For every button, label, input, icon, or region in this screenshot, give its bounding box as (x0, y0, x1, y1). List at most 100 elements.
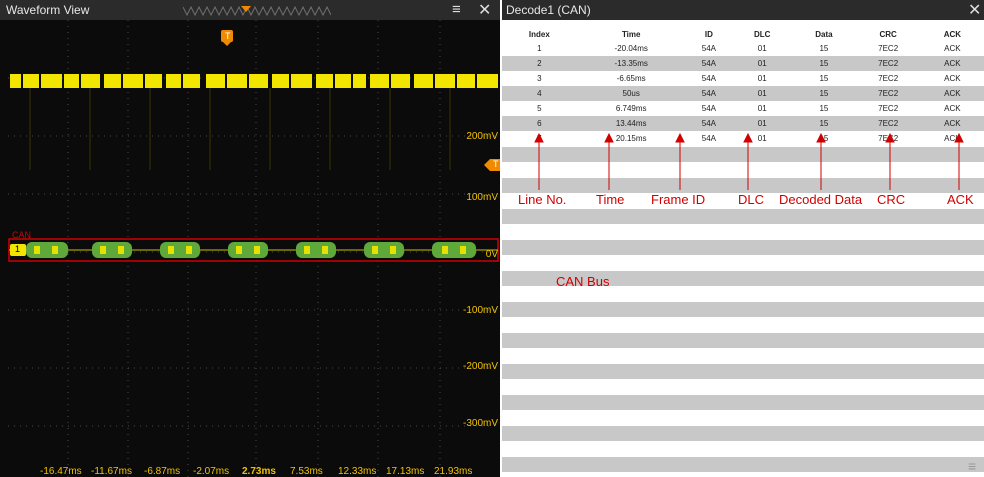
empty-row (502, 240, 984, 255)
time-tick: -6.87ms (144, 466, 181, 477)
column-header: Data (815, 29, 833, 39)
time-tick: 12.33ms (338, 466, 377, 477)
empty-row (502, 457, 984, 472)
channel-label: CAN (12, 230, 32, 240)
table-cell: 54A (685, 71, 733, 86)
column-header: CRC (879, 29, 897, 39)
table-cell: 6.749ms (576, 101, 686, 116)
time-ruler[interactable] (183, 6, 331, 16)
table-cell: 15 (792, 116, 856, 131)
empty-row (502, 209, 984, 224)
column-header: ACK (943, 29, 962, 39)
waveform-trace (10, 74, 498, 88)
table-cell: 6 (502, 116, 577, 131)
waveform-view-panel[interactable]: Waveform View ≡ ✕ T T 1 CAN 200mV 100mV … (0, 0, 500, 477)
volt-label: -300mV (462, 418, 498, 429)
decode-table[interactable]: Index Time ID DLC Data CRC ACK 1 -20.04ms… (502, 27, 984, 146)
column-header: ID (704, 29, 713, 39)
close-icon[interactable]: ✕ (478, 0, 491, 20)
table-row[interactable]: 3 -6.65ms 54A 01 15 7EC2 ACK (502, 71, 984, 86)
table-cell: 54A (685, 41, 733, 56)
table-cell: 7EC2 (855, 41, 921, 56)
annotation-dlc: DLC (738, 192, 765, 207)
empty-row (502, 364, 984, 379)
table-cell: -6.65ms (576, 71, 686, 86)
volt-label: 200mV (466, 131, 498, 142)
table-cell: 54A (685, 86, 733, 101)
table-cell: 7EC2 (855, 56, 921, 71)
volt-label: -100mV (462, 305, 498, 316)
table-cell: 4 (502, 86, 577, 101)
table-cell: 15 (792, 86, 856, 101)
decode-title-bar: Decode1 (CAN) ✕ (502, 0, 984, 20)
table-row[interactable]: 4 50us 54A 01 15 7EC2 ACK (502, 86, 984, 101)
table-cell: -13.35ms (576, 56, 686, 71)
table-cell: ACK (920, 41, 984, 56)
table-header-row: Index Time ID DLC Data CRC ACK (502, 27, 984, 41)
empty-row (502, 302, 984, 317)
waveform-title: Waveform View (6, 3, 90, 17)
annotation-crc: CRC (877, 192, 906, 207)
time-tick: -11.67ms (91, 466, 132, 477)
annotation-arrows (534, 132, 964, 190)
table-cell: ACK (920, 116, 984, 131)
table-cell: 15 (792, 56, 856, 71)
table-cell: 15 (792, 71, 856, 86)
menu-icon[interactable]: ≡ (452, 1, 461, 18)
table-row[interactable]: 2 -13.35ms 54A 01 15 7EC2 ACK (502, 56, 984, 71)
table-row[interactable]: 5 6.749ms 54A 01 15 7EC2 ACK (502, 101, 984, 116)
table-cell: 13.44ms (576, 116, 686, 131)
trigger-level-label: T (493, 159, 499, 169)
empty-row (502, 426, 984, 441)
volt-label: -200mV (462, 361, 498, 372)
decode-title: Decode1 (CAN) (506, 3, 591, 17)
table-cell: 50us (576, 86, 686, 101)
waveform-grid (8, 20, 500, 477)
list-settings-icon[interactable]: ≡ (968, 458, 976, 474)
table-cell: ACK (920, 86, 984, 101)
table-cell: 5 (502, 101, 577, 116)
table-cell: ACK (920, 56, 984, 71)
time-tick: 2.73ms (242, 466, 276, 477)
time-tick: 7.53ms (290, 466, 323, 477)
table-cell: 01 (732, 101, 793, 116)
table-cell: -20.04ms (576, 41, 686, 56)
table-cell: 1 (502, 41, 577, 56)
annotation-decoded-data: Decoded Data (779, 192, 863, 207)
empty-row (502, 395, 984, 410)
trigger-marker-label: T (225, 31, 231, 41)
time-tick: -16.47ms (40, 466, 82, 477)
annotation-frame-id: Frame ID (651, 192, 706, 207)
annotation-line-no: Line No. (518, 192, 567, 207)
table-cell: 2 (502, 56, 577, 71)
time-tick: 21.93ms (434, 466, 473, 477)
annotation-time: Time (596, 192, 625, 207)
table-cell: 01 (732, 41, 793, 56)
close-icon[interactable]: ✕ (968, 0, 981, 20)
table-cell: 54A (685, 101, 733, 116)
column-header: DLC (754, 29, 771, 39)
table-cell: 7EC2 (855, 116, 921, 131)
decode-panel[interactable]: Decode1 (CAN) ✕ Index Time ID DLC Data C… (502, 0, 984, 477)
table-row[interactable]: 1 -20.04ms 54A 01 15 7EC2 ACK (502, 41, 984, 56)
table-cell: 54A (685, 116, 733, 131)
volt-label: 100mV (466, 192, 498, 203)
column-header: Index (528, 29, 550, 39)
table-cell: 01 (732, 56, 793, 71)
annotation-ack: ACK (947, 192, 974, 207)
column-header: Time (621, 29, 641, 39)
table-cell: 7EC2 (855, 101, 921, 116)
waveform-title-bar: Waveform View ≡ ✕ (0, 0, 500, 20)
annotation-can-bus: CAN Bus (556, 274, 610, 289)
table-cell: 54A (685, 56, 733, 71)
table-cell: 7EC2 (855, 71, 921, 86)
table-cell: 01 (732, 86, 793, 101)
table-row[interactable]: 6 13.44ms 54A 01 15 7EC2 ACK (502, 116, 984, 131)
time-tick: 17.13ms (386, 466, 425, 477)
table-cell: 3 (502, 71, 577, 86)
table-cell: 15 (792, 41, 856, 56)
empty-row (502, 333, 984, 348)
channel-marker-label: 1 (15, 244, 21, 254)
table-cell: ACK (920, 101, 984, 116)
table-cell: ACK (920, 71, 984, 86)
